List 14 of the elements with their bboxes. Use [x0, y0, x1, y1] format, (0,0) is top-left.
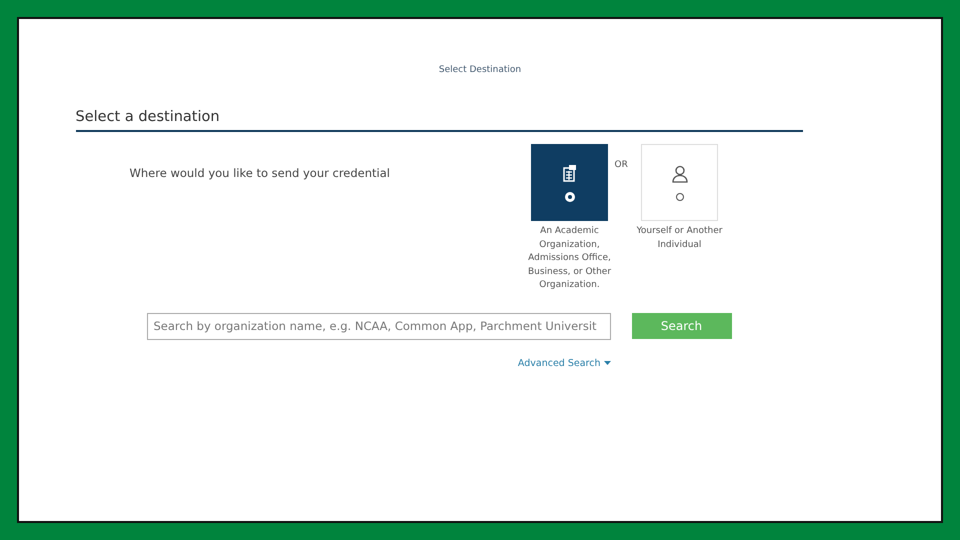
search-button[interactable]: Search	[632, 312, 732, 338]
section-heading: Select a destination	[76, 109, 802, 132]
person-icon	[672, 164, 688, 182]
caret-icon	[604, 361, 610, 365]
option-label: An Academic Organization, Admissions Office, Business, or Other Organization.	[526, 225, 612, 292]
destination-option-card[interactable]	[531, 144, 608, 221]
breadcrumb: Select Destination	[438, 65, 522, 75]
option-label: Yourself or Another Individual	[636, 225, 724, 252]
search-field[interactable]: Search by organization name, e.g. NCAA, Common App, Parchment Universit	[146, 312, 610, 340]
question-text: Where would you like to send your credential	[130, 166, 391, 182]
building-icon	[562, 164, 576, 182]
or-separator: OR	[614, 160, 629, 172]
radio-button[interactable]	[676, 192, 684, 200]
advanced-search-link[interactable]: Advanced Search	[518, 358, 610, 368]
